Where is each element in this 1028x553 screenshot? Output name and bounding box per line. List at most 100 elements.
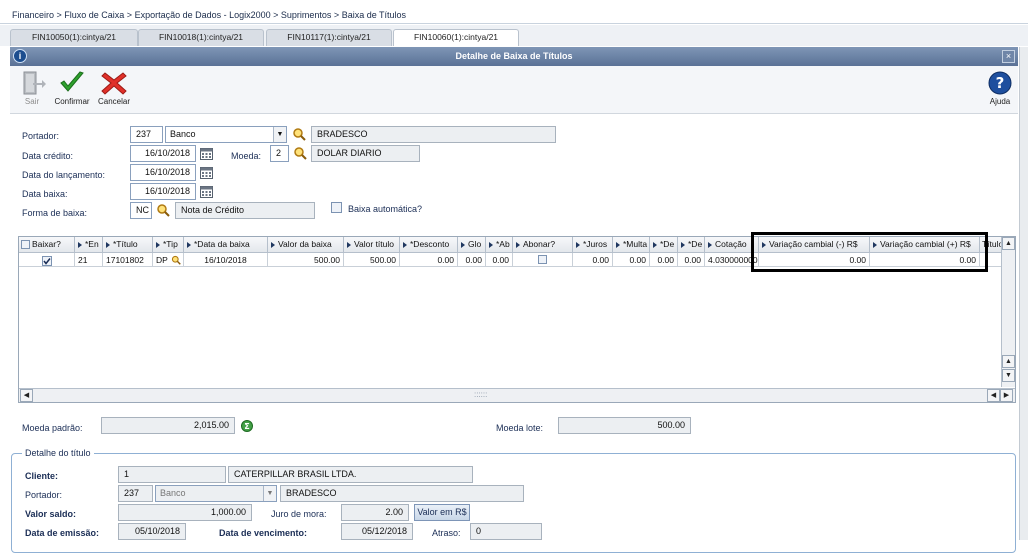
grid-vertical-scrollbar[interactable]: ▲ ▲ ▼ bbox=[1001, 237, 1015, 387]
moeda-search-icon[interactable] bbox=[293, 146, 307, 160]
checked-checkbox-icon bbox=[41, 255, 52, 266]
header-abatimento[interactable]: *Ab bbox=[486, 237, 513, 253]
forma-baixa-name-field: Nota de Crédito bbox=[175, 202, 315, 219]
tipo-search-icon[interactable] bbox=[171, 255, 181, 265]
scroll-right-button[interactable]: ▶ bbox=[1000, 389, 1013, 402]
cell-baixar-checkbox[interactable] bbox=[19, 253, 75, 267]
cell-de2[interactable]: 0.00 bbox=[678, 253, 705, 267]
header-variacao-positiva[interactable]: Variação cambial (+) R$ bbox=[870, 237, 980, 253]
cell-variacao-negativa[interactable]: 0.00 bbox=[759, 253, 870, 267]
chevron-down-icon: ▼ bbox=[263, 486, 276, 501]
sort-arrow-icon bbox=[681, 241, 685, 248]
sort-arrow-icon bbox=[516, 241, 520, 248]
calendar-icon-baixa[interactable] bbox=[200, 185, 213, 198]
portador-type-value: Banco bbox=[170, 129, 196, 139]
sair-button[interactable]: Sair bbox=[10, 70, 54, 106]
header-glosa[interactable]: Glo bbox=[458, 237, 486, 253]
cell-empresa[interactable]: 21 bbox=[75, 253, 103, 267]
confirmar-button[interactable]: Confirmar bbox=[50, 70, 94, 106]
sort-arrow-icon bbox=[461, 241, 465, 248]
cliente-name-field: CATERPILLAR BRASIL LTDA. bbox=[228, 466, 473, 483]
data-lancamento-input[interactable]: 16/10/2018 bbox=[130, 164, 196, 181]
cell-variacao-positiva[interactable]: 0.00 bbox=[870, 253, 980, 267]
scroll-down-button[interactable]: ▼ bbox=[1002, 369, 1015, 382]
tab-fin10018[interactable]: FIN10018(1):cintya/21 bbox=[138, 29, 264, 46]
cell-titulo-extra[interactable] bbox=[980, 253, 1002, 267]
abonar-checkbox[interactable] bbox=[538, 255, 547, 264]
cell-glosa[interactable]: 0.00 bbox=[458, 253, 486, 267]
cell-abatimento[interactable]: 0.00 bbox=[486, 253, 513, 267]
header-juros[interactable]: *Juros bbox=[573, 237, 613, 253]
confirmar-label: Confirmar bbox=[54, 97, 90, 106]
cell-tipo[interactable]: DP bbox=[153, 253, 184, 267]
scroll-grip[interactable]: :::::: bbox=[474, 390, 487, 399]
detalhe-titulo-legend: Detalhe do título bbox=[22, 448, 94, 458]
scroll-up-button[interactable]: ▲ bbox=[1002, 237, 1015, 250]
moeda-padrao-label: Moeda padrão: bbox=[22, 423, 83, 433]
header-de2[interactable]: *De bbox=[678, 237, 705, 253]
cell-juros[interactable]: 0.00 bbox=[573, 253, 613, 267]
header-titulo[interactable]: *Título bbox=[103, 237, 153, 253]
tab-fin10060[interactable]: FIN10060(1):cintya/21 bbox=[393, 29, 519, 46]
scroll-left-button[interactable]: ◀ bbox=[20, 389, 33, 402]
cell-cotacao[interactable]: 4.030000000 bbox=[705, 253, 759, 267]
header-abonar[interactable]: Abonar? bbox=[513, 237, 573, 253]
moeda-code-input[interactable]: 2 bbox=[270, 145, 289, 162]
window-title: Detalhe de Baixa de Títulos bbox=[455, 51, 573, 61]
calendar-icon-lancamento[interactable] bbox=[200, 166, 213, 179]
detalhe-portador-type-value: Banco bbox=[160, 488, 186, 498]
tab-bar: FIN10050(1):cintya/21 FIN10018(1):cintya… bbox=[0, 25, 1028, 46]
sort-arrow-icon bbox=[271, 241, 275, 248]
header-multa[interactable]: *Multa bbox=[613, 237, 650, 253]
svg-text:Σ: Σ bbox=[244, 422, 249, 431]
header-tipo[interactable]: *Tip bbox=[153, 237, 184, 253]
data-vencimento-field: 05/12/2018 bbox=[341, 523, 413, 540]
scroll-left-end-button[interactable]: ◀ bbox=[987, 389, 1000, 402]
header-desconto[interactable]: *Desconto bbox=[400, 237, 458, 253]
forma-baixa-search-icon[interactable] bbox=[156, 203, 170, 217]
ajuda-label: Ajuda bbox=[989, 97, 1011, 106]
header-empresa[interactable]: *En bbox=[75, 237, 103, 253]
portador-type-select[interactable]: Banco ▼ bbox=[165, 126, 287, 143]
page-vertical-scrollbar[interactable] bbox=[1019, 47, 1028, 540]
sort-arrow-icon bbox=[873, 241, 877, 248]
header-baixar[interactable]: Baixar? bbox=[19, 237, 75, 253]
cell-valor-titulo[interactable]: 500.00 bbox=[344, 253, 400, 267]
moeda-lote-label: Moeda lote: bbox=[496, 423, 544, 433]
header-titulo-extra[interactable]: Título bbox=[980, 237, 1002, 253]
header-data-baixa[interactable]: *Data da baixa bbox=[184, 237, 268, 253]
header-valor-titulo[interactable]: Valor título bbox=[344, 237, 400, 253]
forma-baixa-code-input[interactable]: NC bbox=[130, 202, 152, 219]
sum-icon[interactable]: Σ bbox=[241, 420, 253, 432]
header-valor-baixa[interactable]: Valor da baixa bbox=[268, 237, 344, 253]
cell-multa[interactable]: 0.00 bbox=[613, 253, 650, 267]
valor-em-rs-button[interactable]: Valor em R$ bbox=[414, 504, 470, 521]
detalhe-portador-name-field: BRADESCO bbox=[280, 485, 524, 502]
header-de1[interactable]: *De bbox=[650, 237, 678, 253]
portador-code-input[interactable]: 237 bbox=[130, 126, 163, 143]
atraso-label: Atraso: bbox=[432, 528, 461, 538]
cell-data-baixa[interactable]: 16/10/2018 bbox=[184, 253, 268, 267]
cancelar-button[interactable]: Cancelar bbox=[92, 70, 136, 106]
data-credito-input[interactable]: 16/10/2018 bbox=[130, 145, 196, 162]
sort-arrow-icon bbox=[489, 241, 493, 248]
cell-titulo[interactable]: 17101802 bbox=[103, 253, 153, 267]
scroll-up-end-button[interactable]: ▲ bbox=[1002, 355, 1015, 368]
select-all-checkbox[interactable] bbox=[21, 240, 30, 249]
data-baixa-input[interactable]: 16/10/2018 bbox=[130, 183, 196, 200]
calendar-icon[interactable] bbox=[200, 147, 213, 160]
tab-fin10050[interactable]: FIN10050(1):cintya/21 bbox=[10, 29, 138, 46]
baixa-automatica-checkbox[interactable] bbox=[331, 202, 342, 213]
cell-desconto[interactable]: 0.00 bbox=[400, 253, 458, 267]
cell-de1[interactable]: 0.00 bbox=[650, 253, 678, 267]
search-icon[interactable] bbox=[292, 127, 306, 141]
tab-fin10117[interactable]: FIN10117(1):cintya/21 bbox=[266, 29, 392, 46]
cell-valor-baixa[interactable]: 500.00 bbox=[268, 253, 344, 267]
sort-arrow-icon bbox=[576, 241, 580, 248]
close-window-button[interactable]: × bbox=[1002, 50, 1015, 63]
header-cotacao[interactable]: Cotação bbox=[705, 237, 759, 253]
ajuda-button[interactable]: ? Ajuda bbox=[978, 70, 1022, 106]
grid-horizontal-scrollbar[interactable]: ◀ :::::: ◀ ▶ bbox=[19, 388, 1015, 402]
cell-abonar-checkbox[interactable] bbox=[513, 253, 573, 267]
header-variacao-negativa[interactable]: Variação cambial (-) R$ bbox=[759, 237, 870, 253]
